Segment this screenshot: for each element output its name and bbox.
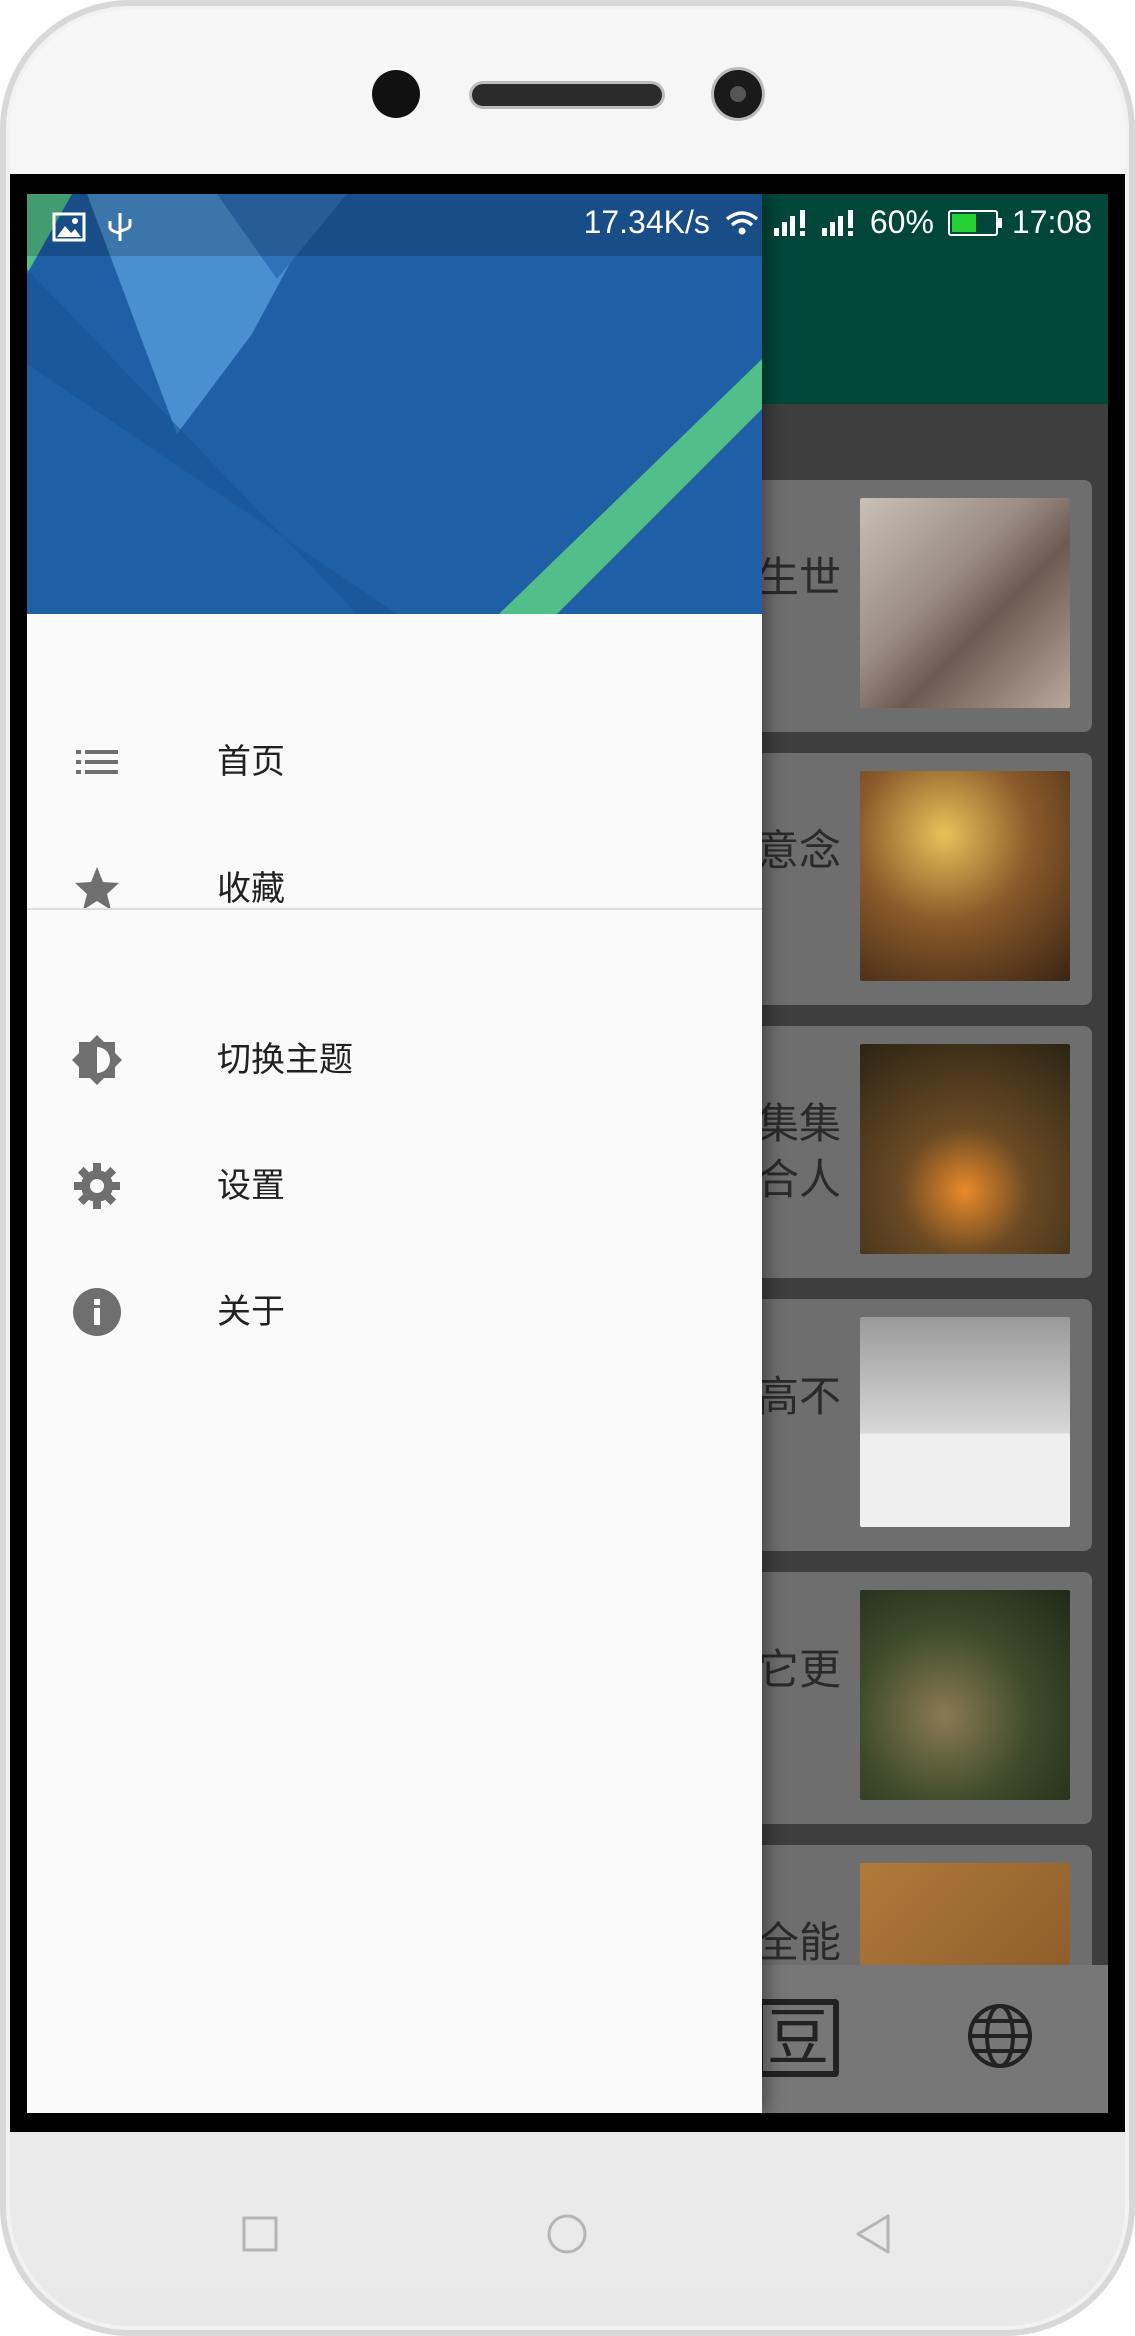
card-thumbnail (860, 498, 1070, 708)
battery-percent: 60% (869, 204, 934, 240)
card-title: 全能 (757, 1918, 842, 1967)
card-title: 集集 合人 (757, 1099, 842, 1204)
list-item[interactable]: 意念 (732, 753, 1092, 1005)
gear-icon (74, 1163, 120, 1209)
home-button[interactable] (535, 2202, 599, 2266)
menu-item-about[interactable]: 关于 (27, 1249, 762, 1375)
globe-icon[interactable] (965, 2001, 1035, 2071)
drawer-header-art (27, 194, 762, 614)
menu-item-settings[interactable]: 设置 (27, 1123, 762, 1249)
card-title: 高不 (757, 1372, 842, 1421)
card-thumbnail (860, 1590, 1070, 1800)
brightness-icon (72, 1035, 122, 1085)
card-thumbnail (860, 1317, 1070, 1527)
system-navigation-bar (0, 2132, 1135, 2336)
menu-item-label: 收藏 (217, 869, 285, 909)
list-item[interactable]: 生世 (732, 480, 1092, 732)
status-bar: 17.34K/s 60% 17:08 (27, 194, 1108, 256)
card-title: 生世 (757, 553, 842, 602)
card-thumbnail (860, 771, 1070, 981)
info-icon (73, 1288, 121, 1336)
star-icon (75, 867, 119, 910)
network-speed: 17.34K/s (583, 204, 710, 240)
status-left-icons (52, 206, 134, 244)
menu-item-label: 设置 (217, 1166, 285, 1206)
dou-icon[interactable]: 豆 (757, 1999, 839, 2077)
signal-icon-2 (821, 209, 853, 236)
battery-level (951, 213, 976, 232)
front-camera (372, 70, 420, 118)
status-right: 17.34K/s 60% 17:08 (584, 204, 1092, 241)
menu-item-label: 首页 (217, 742, 285, 782)
menu-item-favorites[interactable]: 收藏 (27, 826, 762, 952)
menu-item-home[interactable]: 首页 (27, 699, 762, 825)
phone-frame: 生世 意念 集集 合人 高不 它更 全能 豆 首页 收藏 切换主题 设置 关于 … (0, 0, 1135, 2336)
earpiece-speaker (472, 84, 662, 106)
front-sensor (714, 70, 762, 118)
navigation-drawer: 首页 收藏 切换主题 设置 关于 (27, 194, 762, 2113)
back-button[interactable] (842, 2202, 906, 2266)
list-icon (76, 750, 118, 774)
menu-item-switch-theme[interactable]: 切换主题 (27, 997, 762, 1123)
clock: 17:08 (1011, 204, 1092, 240)
card-thumbnail (860, 1044, 1070, 1254)
list-item[interactable]: 高不 (732, 1299, 1092, 1551)
screen: 生世 意念 集集 合人 高不 它更 全能 豆 首页 收藏 切换主题 设置 关于 … (27, 194, 1108, 2113)
menu-item-label: 关于 (217, 1292, 285, 1332)
wifi-icon (725, 210, 758, 234)
recents-button[interactable] (228, 2202, 292, 2266)
card-title: 意念 (757, 826, 842, 875)
usb-icon (108, 213, 132, 241)
battery-icon (947, 209, 1002, 236)
image-notification-icon (52, 212, 86, 242)
list-item[interactable]: 集集 合人 (732, 1026, 1092, 1278)
drawer-header (27, 194, 762, 614)
list-item[interactable]: 它更 (732, 1572, 1092, 1824)
card-title: 它更 (757, 1645, 842, 1694)
menu-divider (27, 908, 762, 910)
menu-item-label: 切换主题 (217, 1040, 353, 1080)
signal-icon-1 (773, 209, 805, 236)
